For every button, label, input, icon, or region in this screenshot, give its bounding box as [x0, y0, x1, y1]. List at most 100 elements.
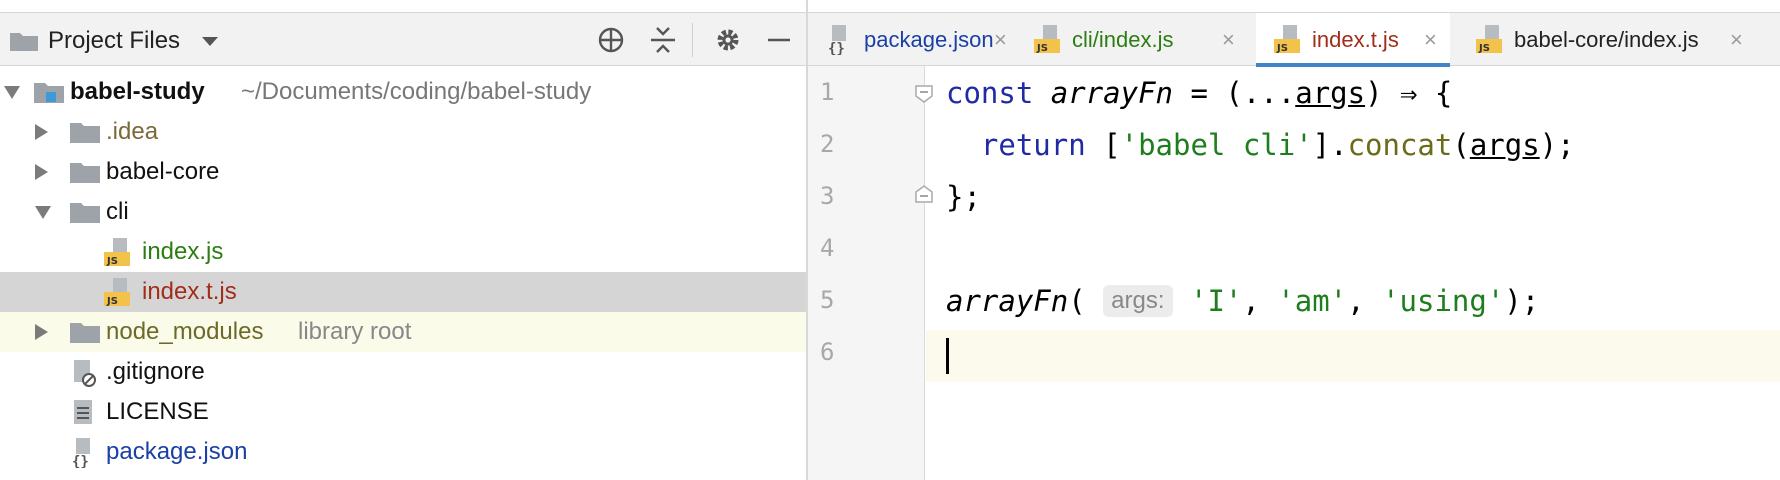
- tree-item-gitignore[interactable]: .gitignore: [0, 352, 806, 392]
- tree-item-node-modules[interactable]: node_modules library root: [0, 312, 806, 352]
- tab-index-t-js[interactable]: JS index.t.js ×: [1256, 13, 1450, 67]
- project-path: ~/Documents/coding/babel-study: [241, 78, 592, 105]
- tree-item-label: babel-core: [106, 158, 220, 185]
- folder-icon: [10, 33, 38, 51]
- code-line-1: const arrayFn = (...args) ⇒ {: [946, 76, 1452, 110]
- js-file-icon: JS: [1274, 25, 1300, 54]
- svg-text:{}: {}: [828, 41, 845, 55]
- editor-tab-bar: {} package.json × JS cli/index.js × JS i…: [808, 12, 1780, 67]
- folder-icon: [70, 323, 100, 343]
- code-text: (: [1452, 128, 1470, 162]
- code-line-2: return ['babel cli'].concat(args);: [946, 128, 1575, 162]
- library-root-tag: library root: [298, 318, 412, 345]
- tree-root[interactable]: babel-study ~/Documents/coding/babel-stu…: [0, 72, 806, 112]
- chevron-right-icon[interactable]: [35, 164, 48, 180]
- line-number: 4: [820, 234, 835, 262]
- parameter: args: [1469, 128, 1540, 162]
- line-number: 3: [820, 182, 835, 210]
- chevron-down-icon[interactable]: [35, 206, 51, 219]
- locate-icon[interactable]: [594, 23, 628, 57]
- tab-label: cli/index.js: [1072, 27, 1174, 52]
- code-text: ...: [1242, 76, 1296, 110]
- tree-item-label: node_modules: [106, 318, 264, 345]
- code-text: };: [946, 180, 981, 214]
- code-text: ) ⇒ {: [1365, 76, 1453, 110]
- close-icon[interactable]: ×: [994, 27, 1007, 53]
- code-text: );: [1504, 284, 1540, 318]
- svg-text:{}: {}: [72, 454, 89, 468]
- project-name: babel-study: [70, 78, 205, 105]
- code-line-5: arrayFn( args: 'I', 'am', 'using');: [946, 284, 1539, 318]
- chevron-right-icon[interactable]: [35, 324, 48, 340]
- tab-label: index.t.js: [1312, 27, 1399, 52]
- tree-item-label: cli: [106, 198, 129, 225]
- string-literal: 'am': [1277, 284, 1348, 318]
- tree-item-package-json[interactable]: {} package.json: [0, 432, 806, 472]
- tree-item-cli[interactable]: cli: [0, 192, 806, 232]
- collapse-all-icon[interactable]: [646, 23, 680, 57]
- close-icon[interactable]: ×: [1424, 27, 1437, 53]
- code-text: [: [1085, 128, 1121, 162]
- tree-item-label: package.json: [106, 438, 248, 465]
- code-text: ].: [1312, 128, 1348, 162]
- js-file-icon: JS: [1034, 25, 1060, 54]
- svg-text:JS: JS: [1036, 43, 1048, 54]
- line-number-gutter[interactable]: 1 2 3 4 5 6: [808, 66, 933, 480]
- tab-label: package.json: [864, 27, 994, 52]
- chevron-down-icon[interactable]: [202, 37, 218, 46]
- tree-item-babel-core[interactable]: babel-core: [0, 152, 806, 192]
- chevron-right-icon[interactable]: [35, 124, 48, 140]
- tree-item-label: index.t.js: [142, 278, 237, 305]
- string-literal: 'I': [1189, 284, 1243, 318]
- js-file-icon: JS: [104, 278, 130, 307]
- parameter: args: [1295, 76, 1366, 110]
- tab-cli-index-js[interactable]: JS cli/index.js ×: [1016, 13, 1244, 67]
- line-number: 6: [820, 338, 835, 366]
- tab-babel-core-index-js[interactable]: JS babel-core/index.js ×: [1458, 13, 1758, 67]
- keyword: const: [946, 76, 1034, 110]
- tree-item-index-t-js[interactable]: JS index.t.js: [0, 272, 806, 312]
- tree-item-label: LICENSE: [106, 398, 209, 425]
- tree-item-label: .gitignore: [106, 358, 205, 385]
- function-name: arrayFn: [1050, 76, 1173, 110]
- close-icon[interactable]: ×: [1730, 27, 1743, 53]
- text-file-icon: [74, 400, 92, 424]
- project-view-title[interactable]: Project Files: [48, 27, 180, 55]
- svg-text:JS: JS: [106, 256, 118, 267]
- keyword: return: [980, 128, 1086, 162]
- tree-item-index-js[interactable]: JS index.js: [0, 232, 806, 272]
- js-file-icon: JS: [104, 238, 130, 267]
- line-number: 2: [820, 130, 835, 158]
- svg-text:JS: JS: [106, 296, 118, 307]
- folder-icon: [70, 163, 100, 183]
- code-editor[interactable]: const arrayFn = (...args) ⇒ { return ['b…: [926, 66, 1780, 480]
- code-text: (: [1068, 284, 1086, 318]
- tree-item-label: .idea: [106, 118, 159, 145]
- text-cursor: [946, 338, 949, 374]
- chevron-down-icon[interactable]: [4, 86, 20, 99]
- code-line-3: };: [946, 180, 981, 214]
- line-number: 5: [820, 286, 835, 314]
- code-text: ,: [1347, 284, 1383, 318]
- tree-item-idea[interactable]: .idea: [0, 112, 806, 152]
- current-line-highlight: [926, 330, 1780, 382]
- function-name: arrayFn: [946, 284, 1069, 318]
- folder-icon: [70, 123, 100, 143]
- tree-item-license[interactable]: LICENSE: [0, 392, 806, 432]
- project-panel-header: Project Files: [0, 12, 806, 66]
- string-literal: 'babel cli': [1120, 128, 1313, 162]
- ignore-file-icon: [74, 360, 96, 387]
- string-literal: 'using': [1382, 284, 1505, 318]
- tab-package-json[interactable]: {} package.json ×: [808, 13, 1016, 67]
- toolbar-separator: [692, 23, 693, 57]
- minimize-icon[interactable]: [762, 23, 796, 57]
- json-file-icon: {}: [72, 438, 90, 468]
- module-folder-icon: [34, 83, 64, 103]
- tree-item-label: index.js: [142, 238, 224, 265]
- close-icon[interactable]: ×: [1222, 27, 1235, 53]
- editor-area: {} package.json × JS cli/index.js × JS i…: [808, 0, 1780, 480]
- tab-label: babel-core/index.js: [1514, 27, 1699, 52]
- svg-text:JS: JS: [1276, 43, 1288, 54]
- gear-icon[interactable]: [711, 23, 745, 57]
- js-file-icon: JS: [1476, 25, 1502, 54]
